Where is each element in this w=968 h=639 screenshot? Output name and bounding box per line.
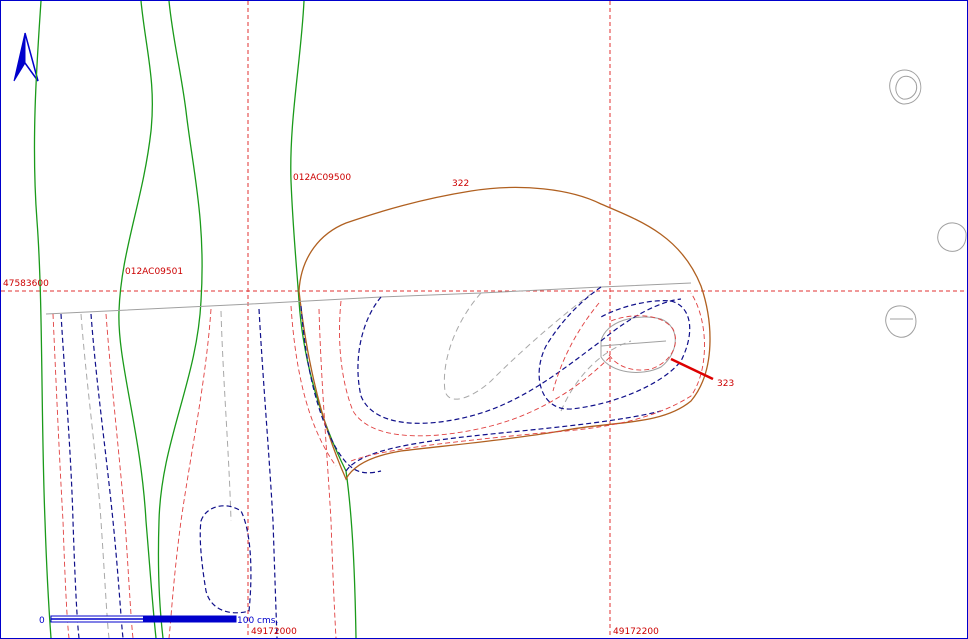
map-viewport[interactable]: 47583600 49172000 49172200 012AC09500 01… [0,0,968,639]
pipe-label-a: 012AC09500 [293,173,351,183]
gray-outlines [45,69,967,373]
grid-lines [1,1,967,638]
navy-contours [60,286,691,638]
northing-label: 47583600 [3,279,49,289]
feature-outline [298,186,711,481]
feature-label-323: 323 [717,379,734,389]
scale-bar [50,615,237,623]
gray-dashed-contours [80,292,632,638]
pipe-label-b: 012AC09501 [125,267,183,277]
feature-label-322: 322 [452,179,469,189]
map-canvas[interactable]: 47583600 49172000 49172200 012AC09500 01… [1,1,967,638]
road-boundaries [33,1,357,638]
easting-label-1: 49172000 [251,627,297,637]
scale-start-label: 0 [39,616,45,626]
easting-label-2: 49172200 [613,627,659,637]
north-arrow-icon [13,32,39,82]
scale-end-label: 100 cms. [237,616,278,626]
